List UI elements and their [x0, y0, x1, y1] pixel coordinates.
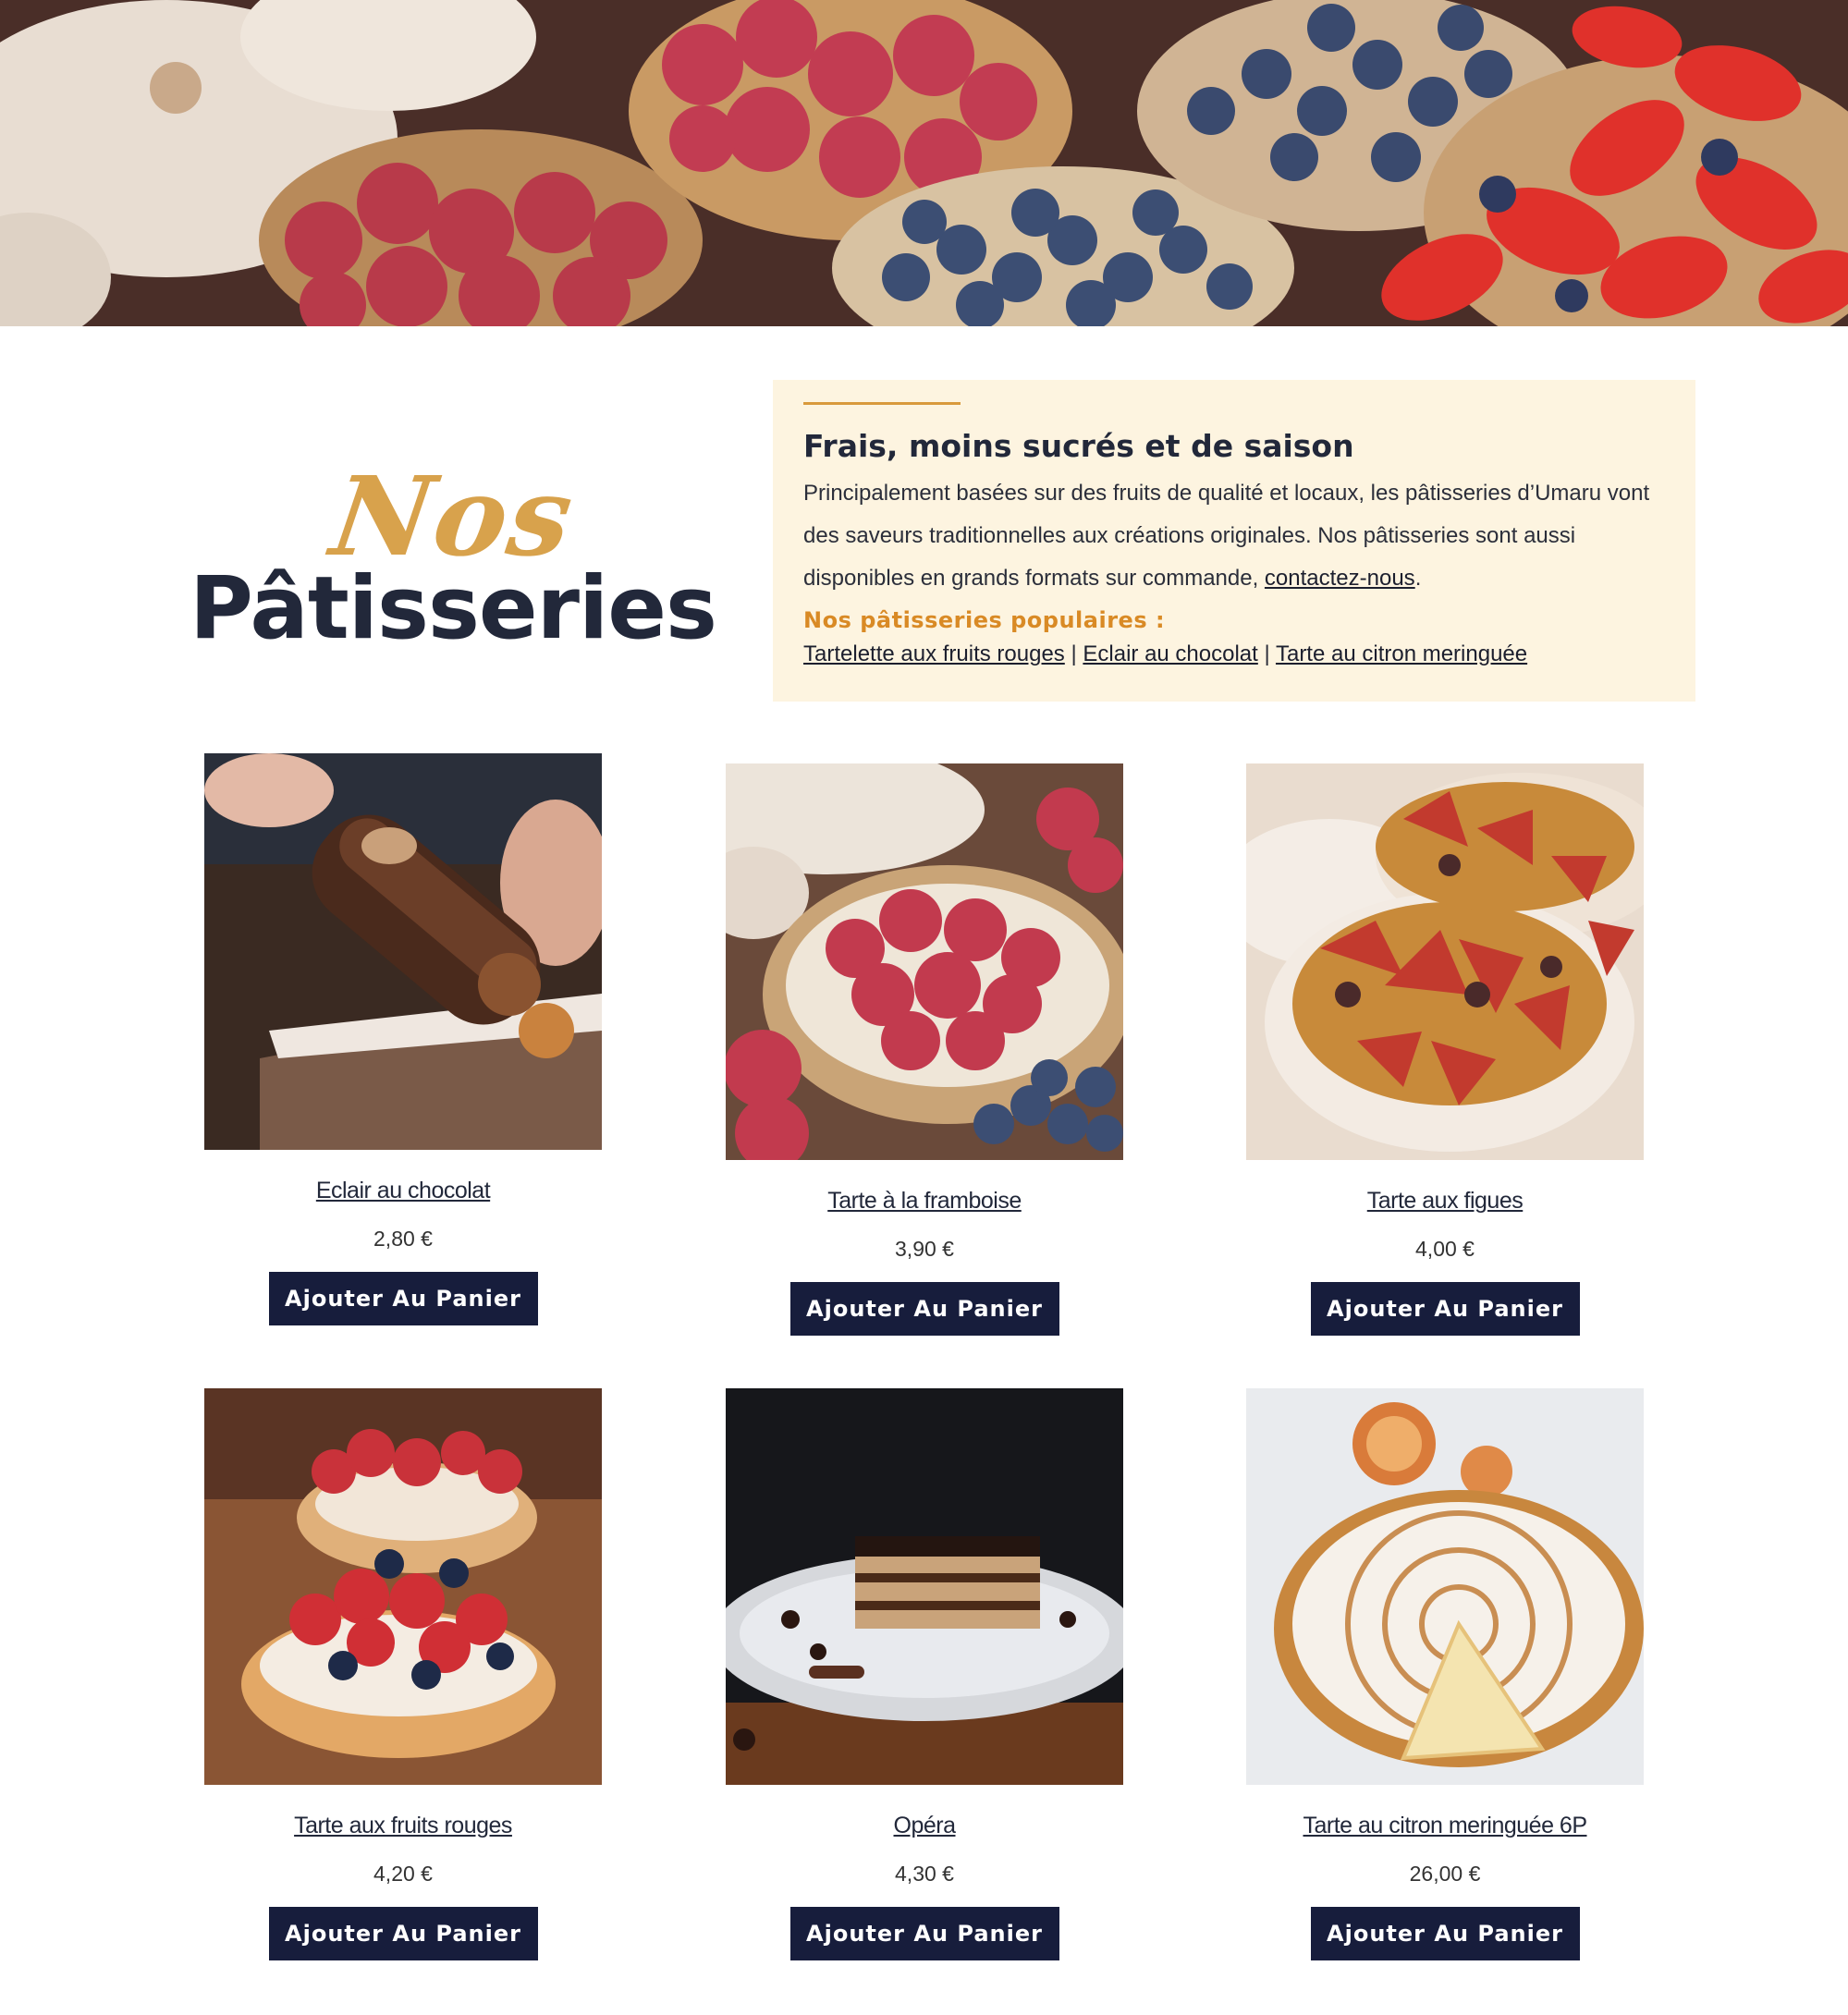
contact-link[interactable]: contactez-nous	[1265, 566, 1415, 591]
product-name[interactable]: Tarte aux figues	[1367, 1188, 1524, 1215]
product-card: Eclair au chocolat 2,80 € Ajouter Au Pan…	[204, 753, 602, 1325]
product-card: Tarte à la framboise 3,90 € Ajouter Au P…	[726, 763, 1123, 1336]
add-to-cart-button[interactable]: Ajouter Au Panier	[789, 1907, 1059, 1960]
info-text: Principalement basées sur des fruits de …	[803, 472, 1654, 600]
popular-link-citron[interactable]: Tarte au citron meringuée	[1276, 641, 1527, 666]
product-price: 2,80 €	[373, 1227, 433, 1251]
add-to-cart-button[interactable]: Ajouter Au Panier	[268, 1272, 538, 1325]
popular-link-fruits-rouges[interactable]: Tartelette aux fruits rouges	[803, 641, 1065, 666]
popular-title: Nos pâtisseries populaires :	[803, 607, 1166, 633]
product-card: Tarte aux figues 4,00 € Ajouter Au Panie…	[1246, 763, 1644, 1336]
link-separator: |	[1064, 641, 1083, 666]
popular-links: Tartelette aux fruits rouges | Eclair au…	[803, 641, 1527, 667]
fruit-tartlet-image	[204, 1388, 602, 1785]
add-to-cart-button[interactable]: Ajouter Au Panier	[268, 1907, 538, 1960]
accent-line	[803, 402, 961, 405]
product-price: 26,00 €	[1409, 1862, 1481, 1886]
opera-cake-image	[726, 1388, 1123, 1785]
product-image[interactable]	[204, 1388, 602, 1785]
product-card: Tarte aux fruits rouges 4,20 € Ajouter A…	[204, 1388, 602, 1960]
product-image[interactable]	[204, 753, 602, 1150]
product-image[interactable]	[726, 763, 1123, 1160]
product-name[interactable]: Tarte aux fruits rouges	[294, 1813, 512, 1839]
product-name[interactable]: Opéra	[894, 1813, 956, 1839]
hero-banner	[0, 0, 1848, 326]
fig-tart-image	[1246, 763, 1644, 1160]
info-heading: Frais, moins sucrés et de saison	[803, 428, 1354, 464]
product-name[interactable]: Tarte au citron meringuée 6P	[1303, 1813, 1587, 1839]
popular-link-eclair[interactable]: Eclair au chocolat	[1083, 641, 1257, 666]
raspberry-tart-image	[726, 763, 1123, 1160]
info-body: Principalement basées sur des fruits de …	[803, 481, 1650, 591]
link-separator: |	[1257, 641, 1276, 666]
product-price: 4,00 €	[1415, 1237, 1475, 1261]
product-price: 3,90 €	[895, 1237, 954, 1261]
product-name[interactable]: Tarte à la framboise	[827, 1188, 1022, 1215]
info-box: Frais, moins sucrés et de saison Princip…	[773, 380, 1695, 702]
product-price: 4,30 €	[895, 1862, 954, 1886]
product-image[interactable]	[1246, 763, 1644, 1160]
page-title: Nos Pâtisseries	[166, 444, 740, 684]
lemon-meringue-image	[1246, 1388, 1644, 1785]
add-to-cart-button[interactable]: Ajouter Au Panier	[789, 1282, 1059, 1336]
add-to-cart-button[interactable]: Ajouter Au Panier	[1310, 1907, 1580, 1960]
hero-image	[0, 0, 1848, 326]
info-text-end: .	[1414, 566, 1422, 591]
product-image[interactable]	[1246, 1388, 1644, 1785]
title-main: Pâtisseries	[190, 558, 717, 659]
product-card: Opéra 4,30 € Ajouter Au Panier	[726, 1388, 1123, 1960]
product-image[interactable]	[726, 1388, 1123, 1785]
eclair-image	[204, 753, 602, 1150]
product-price: 4,20 €	[373, 1862, 433, 1886]
add-to-cart-button[interactable]: Ajouter Au Panier	[1310, 1282, 1580, 1336]
product-name[interactable]: Eclair au chocolat	[316, 1178, 491, 1204]
title-script: Nos	[324, 452, 582, 580]
product-card: Tarte au citron meringuée 6P 26,00 € Ajo…	[1246, 1388, 1644, 1960]
